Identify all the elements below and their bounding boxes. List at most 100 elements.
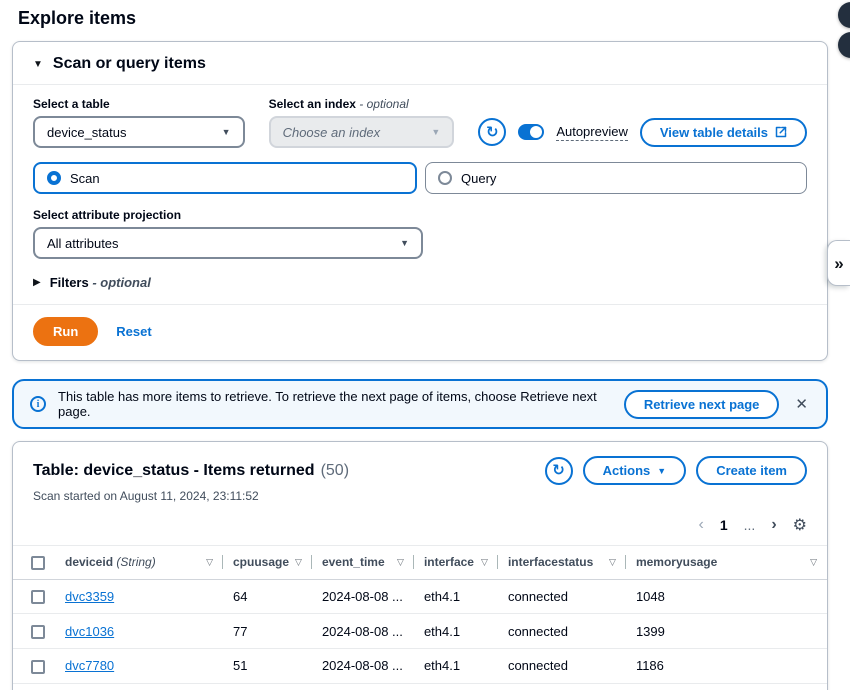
scan-form: Select a table device_status ▼ Select an… (13, 85, 827, 304)
sort-icon[interactable]: ▽ (206, 557, 213, 568)
query-radio-tile[interactable]: Query (425, 162, 807, 194)
column-header-interfacestatus[interactable]: interfacestatus▽ (498, 546, 626, 580)
scan-query-tiles: Scan Query (33, 162, 807, 194)
cell-memoryusage: 1352 (626, 683, 827, 690)
refresh-button[interactable]: ↻ (478, 118, 506, 146)
index-select: Choose an index ▼ (269, 116, 455, 148)
pagination-ellipsis: ... (744, 517, 756, 533)
sort-icon[interactable]: ▽ (397, 557, 404, 568)
table-select[interactable]: device_status ▼ (33, 116, 245, 148)
column-header-event-time[interactable]: event_time▽ (312, 546, 414, 580)
actions-dropdown-button[interactable]: Actions ▼ (583, 456, 687, 485)
gear-icon[interactable]: ⚙ (793, 515, 807, 535)
items-table: deviceid (String)▽ cpuusage▽ event_time▽… (13, 545, 827, 690)
sort-icon[interactable]: ▽ (810, 557, 817, 568)
chevron-down-icon: ▼ (431, 127, 440, 137)
info-icon: i (30, 396, 46, 412)
results-panel: Table: device_status - Items returned (5… (12, 441, 828, 690)
cell-interfacestatus: connected (498, 683, 626, 690)
retrieve-next-page-button[interactable]: Retrieve next page (624, 390, 780, 419)
select-all-checkbox[interactable] (31, 556, 45, 570)
cell-memoryusage: 1048 (626, 579, 827, 614)
filters-label: Filters - optional (50, 275, 151, 290)
cell-interfacestatus: connected (498, 579, 626, 614)
cell-cpuusage: 77 (223, 614, 312, 649)
previous-page-button[interactable]: ‹ (699, 516, 704, 534)
cell-interfacestatus: connected (498, 614, 626, 649)
scan-query-panel: ▼ Scan or query items Select a table dev… (12, 41, 828, 361)
results-header: Table: device_status - Items returned (5… (13, 442, 827, 485)
cell-cpuusage: 80 (223, 683, 312, 690)
refresh-icon: ↻ (552, 463, 565, 478)
chevron-down-icon: ▼ (222, 127, 231, 137)
run-button[interactable]: Run (33, 317, 98, 346)
table-header-row: deviceid (String)▽ cpuusage▽ event_time▽… (13, 546, 827, 580)
page-title: Explore items (18, 8, 828, 29)
projection-select-value: All attributes (47, 236, 119, 251)
cell-interface: eth4.1 (414, 579, 498, 614)
scan-panel-title: Scan or query items (53, 55, 206, 73)
cell-event-time: 2024-08-08 ... (312, 614, 414, 649)
double-chevron-icon: » (834, 255, 843, 272)
sort-icon[interactable]: ▽ (481, 557, 488, 568)
cell-interface: eth4.1 (414, 614, 498, 649)
row-checkbox[interactable] (31, 625, 45, 639)
cell-event-time: 2024-08-08 ... (312, 579, 414, 614)
table-row[interactable]: dvc1036 77 2024-08-08 ... eth4.1 connect… (13, 614, 827, 649)
page-number-1[interactable]: 1 (720, 517, 728, 533)
filters-expander[interactable]: ▶ Filters - optional (33, 275, 807, 304)
cell-deviceid: dvc1036 (55, 614, 223, 649)
floating-action-button-1[interactable] (838, 2, 850, 28)
scan-started-text: Scan started on August 11, 2024, 23:11:5… (13, 485, 827, 503)
cell-cpuusage: 51 (223, 648, 312, 683)
create-item-button[interactable]: Create item (696, 456, 807, 485)
scan-tile-label: Scan (70, 171, 100, 186)
pagination: ‹ 1 ... › ⚙ (13, 503, 827, 541)
row-checkbox[interactable] (31, 660, 45, 674)
row-checkbox[interactable] (31, 590, 45, 604)
expand-caret-icon: ▶ (33, 277, 41, 288)
autopreview-toggle[interactable] (518, 124, 544, 140)
table-row[interactable]: dvc7780 51 2024-08-08 ... eth4.1 connect… (13, 648, 827, 683)
cell-memoryusage: 1186 (626, 648, 827, 683)
scan-panel-header[interactable]: ▼ Scan or query items (13, 42, 827, 85)
side-panel-toggle[interactable]: » (827, 240, 850, 286)
sort-icon[interactable]: ▽ (295, 557, 302, 568)
scan-inline-controls: ↻ Autopreview View table details (478, 116, 807, 148)
cell-deviceid: dvc7780 (55, 648, 223, 683)
reset-button[interactable]: Reset (116, 324, 151, 339)
deviceid-link[interactable]: dvc3359 (65, 589, 114, 604)
index-select-field: Select an index - optional Choose an ind… (269, 97, 455, 148)
radio-selected-icon (47, 171, 61, 185)
deviceid-link[interactable]: dvc1036 (65, 624, 114, 639)
cell-event-time: 2024-08-08 ... (312, 683, 414, 690)
results-actions: ↻ Actions ▼ Create item (545, 456, 807, 485)
column-header-cpuusage[interactable]: cpuusage▽ (223, 546, 312, 580)
cell-deviceid: dvc3359 (55, 579, 223, 614)
scan-panel-footer: Run Reset (13, 304, 827, 360)
column-header-deviceid[interactable]: deviceid (String)▽ (55, 546, 223, 580)
column-header-memoryusage[interactable]: memoryusage▽ (626, 546, 827, 580)
chevron-down-icon: ▼ (657, 466, 666, 476)
table-select-field: Select a table device_status ▼ (33, 97, 245, 148)
refresh-results-button[interactable]: ↻ (545, 457, 573, 485)
deviceid-link[interactable]: dvc7780 (65, 658, 114, 673)
table-select-value: device_status (47, 125, 127, 140)
cell-memoryusage: 1399 (626, 614, 827, 649)
floating-action-button-2[interactable] (838, 32, 850, 58)
projection-select[interactable]: All attributes ▼ (33, 227, 423, 259)
scan-radio-tile[interactable]: Scan (33, 162, 417, 194)
table-row[interactable]: dvc3359 64 2024-08-08 ... eth4.1 connect… (13, 579, 827, 614)
next-page-button[interactable]: › (771, 516, 776, 534)
table-row[interactable]: dvc4152 80 2024-08-08 ... eth4.1 connect… (13, 683, 827, 690)
autopreview-label: Autopreview (556, 124, 628, 141)
close-icon[interactable]: ✕ (791, 393, 812, 415)
external-link-icon (775, 126, 787, 138)
cell-event-time: 2024-08-08 ... (312, 648, 414, 683)
view-table-details-button[interactable]: View table details (640, 118, 807, 147)
results-title: Table: device_status - Items returned (33, 462, 315, 480)
index-select-label: Select an index - optional (269, 97, 455, 111)
column-header-interface[interactable]: interface▽ (414, 546, 498, 580)
sort-icon[interactable]: ▽ (609, 557, 616, 568)
chevron-down-icon: ▼ (400, 238, 409, 248)
